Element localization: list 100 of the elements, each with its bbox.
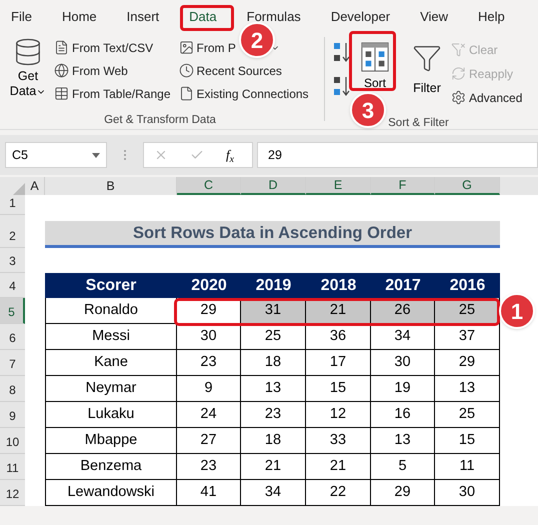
table-cell: 12 (306, 402, 371, 428)
sort-button[interactable]: Sort (353, 39, 397, 93)
table-cell: 41 (177, 480, 241, 506)
sheet-title: Sort Rows Data in Ascending Order (45, 221, 500, 248)
database-icon (13, 37, 43, 67)
cancel-icon[interactable] (154, 148, 168, 162)
group-label: Sort & Filter (387, 116, 450, 131)
table-header-cell: 2018 (306, 273, 371, 298)
name-box[interactable]: C5 (5, 142, 107, 168)
formula-field[interactable]: 29 (257, 142, 538, 168)
column-header[interactable]: E (306, 177, 371, 195)
column-header[interactable]: F (371, 177, 435, 195)
row-header[interactable]: 7 (0, 350, 25, 376)
table-cell: 19 (371, 376, 435, 402)
dropdown-arrow-icon (92, 152, 100, 158)
insert-function-button[interactable]: f$_{x}$ (226, 145, 234, 165)
table-cell: 21 (241, 454, 306, 480)
table-cell: 9 (177, 376, 241, 402)
ribbon-button[interactable]: From Text/CSV (72, 38, 154, 56)
ribbon-button[interactable]: From Web (72, 62, 128, 80)
filter-button[interactable]: Filter (407, 37, 447, 108)
table-cell: 23 (177, 454, 241, 480)
table-cell: 23 (241, 402, 306, 428)
table-cell: 34 (371, 324, 435, 350)
table-cell: 25 (241, 324, 306, 350)
table-cell: 13 (241, 376, 306, 402)
column-header[interactable]: D (241, 177, 306, 195)
row-header[interactable]: 5 (0, 298, 25, 324)
row-header[interactable]: 8 (0, 376, 25, 402)
ribbon-tab[interactable]: Formulas (244, 9, 304, 25)
get-data-button[interactable]: Get Data (8, 37, 48, 105)
row-header[interactable]: 4 (0, 273, 25, 298)
table-cell: 33 (306, 428, 371, 454)
drag-handle-icon (123, 149, 127, 161)
table-cell: 18 (241, 350, 306, 376)
ribbon-tab[interactable]: File (8, 9, 35, 25)
table-cell: 29 (435, 350, 500, 376)
table-cell: 13 (371, 428, 435, 454)
table-cell: 5 (371, 454, 435, 480)
ribbon-tab[interactable]: Home (58, 9, 100, 25)
name-cell: Lewandowski (45, 480, 177, 506)
ribbon-button[interactable]: From Table/Range (72, 84, 170, 102)
group-label: Get & Transform Data (103, 112, 217, 128)
table-cell: 29 (371, 480, 435, 506)
table-cell: 15 (435, 428, 500, 454)
table-cell: 23 (177, 350, 241, 376)
ribbon-button[interactable]: Advanced (469, 88, 522, 106)
table-cell: 22 (306, 480, 371, 506)
table-cell: 37 (435, 324, 500, 350)
table-cell: 16 (371, 402, 435, 428)
name-cell: Ronaldo (45, 298, 177, 324)
highlight-frame (180, 5, 234, 31)
name-cell: Benzema (45, 454, 177, 480)
table-cell: 30 (371, 350, 435, 376)
table-cell: 24 (177, 402, 241, 428)
name-cell: Neymar (45, 376, 177, 402)
table-cell: 13 (435, 376, 500, 402)
row-header[interactable]: 10 (0, 428, 25, 454)
name-cell: Messi (45, 324, 177, 350)
row-header[interactable]: 3 (0, 248, 25, 273)
table-header-cell: 2020 (177, 273, 241, 298)
table-cell: 27 (177, 428, 241, 454)
column-header[interactable]: G (435, 177, 500, 195)
row-header[interactable]: 12 (0, 480, 25, 506)
table-header-cell: Scorer (45, 273, 177, 298)
table-cell: 34 (241, 480, 306, 506)
column-header[interactable]: C (177, 177, 241, 195)
table-cell: 15 (306, 376, 371, 402)
table-cell: 17 (306, 350, 371, 376)
row-header[interactable]: 2 (0, 215, 25, 248)
row-header[interactable]: 1 (0, 195, 25, 215)
name-cell: Kane (45, 350, 177, 376)
table-cell: 30 (435, 480, 500, 506)
ribbon-button[interactable]: Recent Sources (196, 62, 282, 80)
column-header[interactable]: A (25, 177, 45, 195)
ribbon-tab[interactable]: Help (475, 9, 508, 25)
row-header[interactable]: 9 (0, 402, 25, 428)
name-cell: Mbappe (45, 428, 177, 454)
table-header-cell: 2016 (435, 273, 500, 298)
table-cell: 36 (306, 324, 371, 350)
sort-icon (360, 41, 390, 73)
row-header[interactable]: 11 (0, 454, 25, 480)
table-cell: 18 (241, 428, 306, 454)
highlight-frame (349, 31, 396, 91)
table-cell: 21 (306, 454, 371, 480)
ribbon-tab[interactable]: Data (186, 9, 220, 25)
filter-icon (412, 43, 442, 73)
table-cell: 11 (435, 454, 500, 480)
ribbon-button[interactable]: From P (196, 38, 236, 56)
table-icon (54, 86, 69, 101)
ribbon-tab[interactable]: View (417, 9, 452, 25)
picture-icon (178, 40, 194, 55)
ribbon-tab[interactable]: Developer (328, 9, 394, 25)
table-header-cell: 2017 (371, 273, 435, 298)
name-cell: Lukaku (45, 402, 177, 428)
ribbon-button[interactable]: Existing Connections (196, 84, 309, 102)
table-header-cell: 2019 (241, 273, 306, 298)
row-header[interactable]: 6 (0, 324, 25, 350)
table-cell: 25 (435, 402, 500, 428)
ribbon-tab[interactable]: Insert (124, 9, 162, 25)
